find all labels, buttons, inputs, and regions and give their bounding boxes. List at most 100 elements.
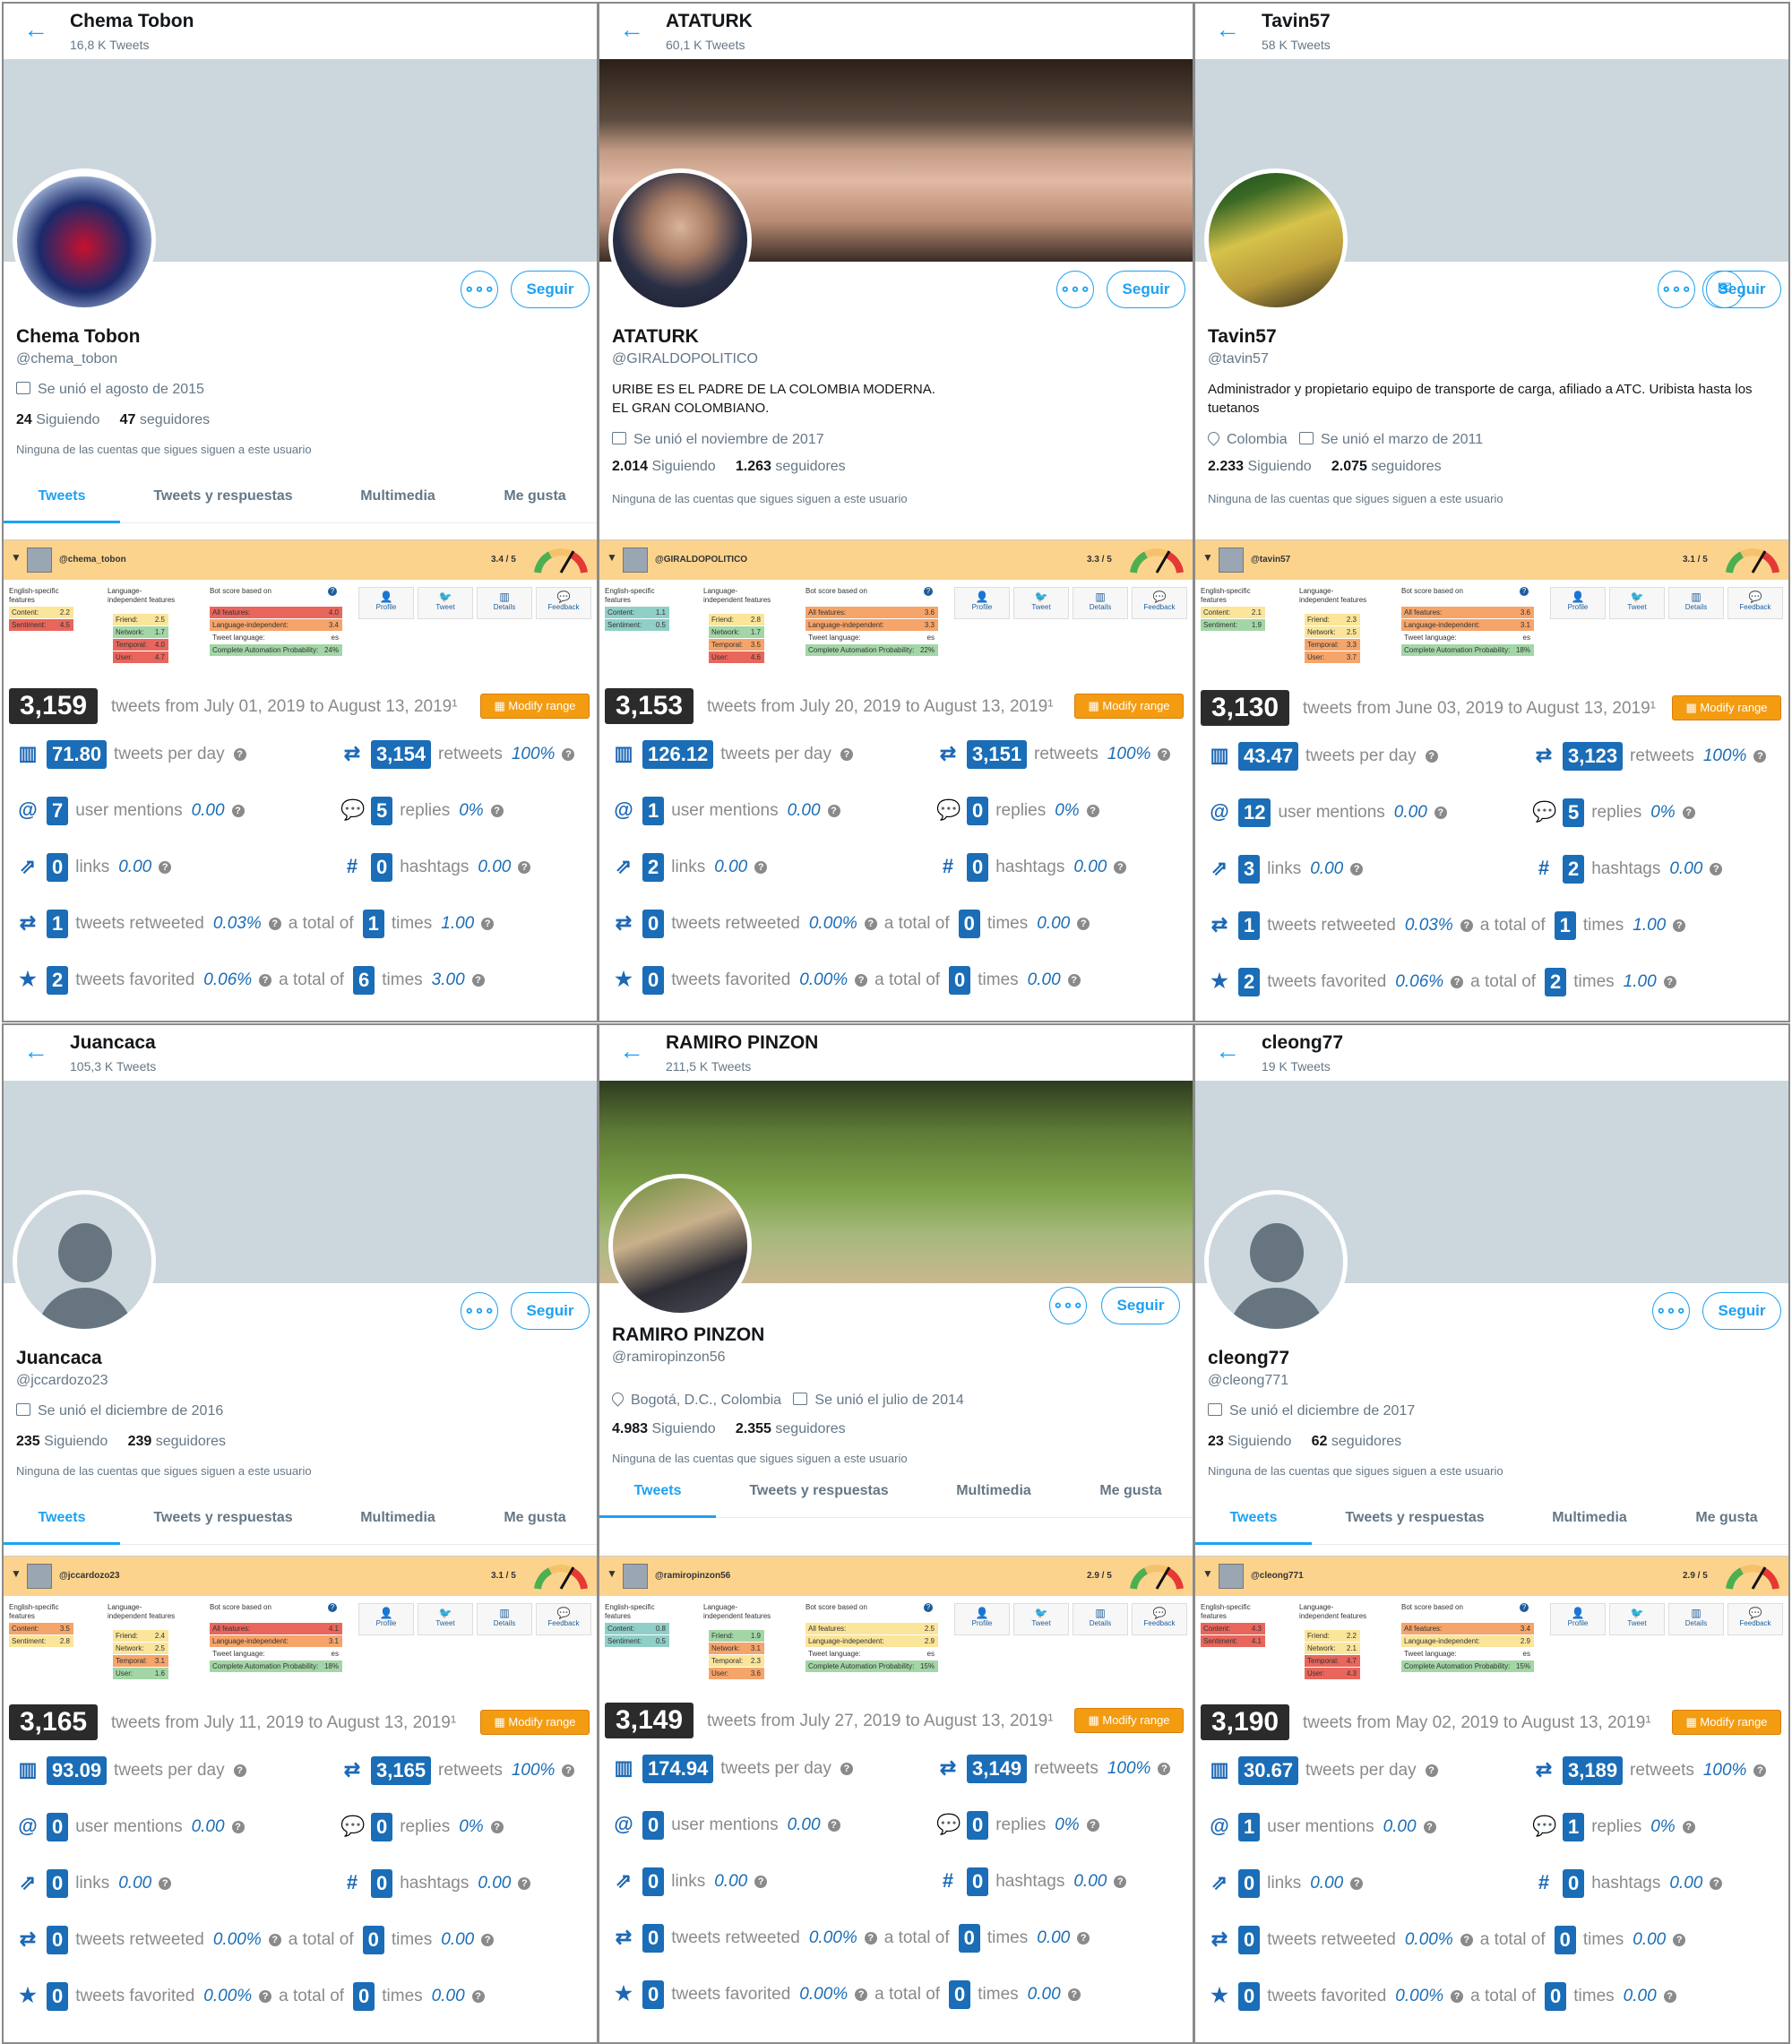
- tab-tweets[interactable]: Tweets: [4, 477, 120, 523]
- help-icon[interactable]: ?: [1077, 918, 1090, 930]
- botometer-bar[interactable]: ▼ @ramiropinzon56 2.9 / 5: [599, 1557, 1193, 1596]
- help-icon[interactable]: ?: [924, 587, 933, 596]
- profile-button[interactable]: 👤 Profile: [1550, 587, 1606, 619]
- follow-button[interactable]: Seguir: [1107, 271, 1185, 308]
- feedback-button[interactable]: 💬 Feedback: [536, 587, 591, 619]
- tab-tweets[interactable]: Tweets: [4, 1498, 120, 1545]
- follow-counts[interactable]: 24 Siguiendo 47 seguidores: [16, 412, 210, 428]
- help-icon[interactable]: ?: [562, 1764, 575, 1777]
- help-icon[interactable]: ?: [754, 861, 768, 874]
- tab-likes[interactable]: Me gusta: [1065, 1471, 1193, 1518]
- avatar[interactable]: [1204, 168, 1348, 312]
- follow-button[interactable]: Seguir: [511, 271, 590, 308]
- help-icon[interactable]: ?: [233, 748, 246, 761]
- back-arrow-icon[interactable]: ←: [1215, 16, 1240, 43]
- modify-range-button[interactable]: ▦ Modify range: [1672, 695, 1781, 720]
- avatar[interactable]: [1204, 1190, 1348, 1333]
- chevron-down-icon[interactable]: ▼: [11, 551, 22, 564]
- help-icon[interactable]: ?: [518, 861, 531, 874]
- help-icon[interactable]: ?: [562, 748, 575, 761]
- avatar[interactable]: [608, 1174, 752, 1317]
- help-icon[interactable]: ?: [827, 1819, 840, 1832]
- feedback-button[interactable]: 💬 Feedback: [1727, 1603, 1783, 1635]
- help-icon[interactable]: ?: [1460, 919, 1473, 932]
- help-icon[interactable]: ?: [481, 918, 495, 930]
- help-icon[interactable]: ?: [1077, 1932, 1090, 1945]
- help-icon[interactable]: ?: [1753, 750, 1767, 763]
- tweet-button[interactable]: 🐦 Tweet: [418, 1603, 473, 1635]
- more-options-button[interactable]: ∘∘∘: [461, 1292, 498, 1330]
- more-options-button[interactable]: ∘∘∘: [1049, 1287, 1087, 1324]
- help-icon[interactable]: ?: [233, 1764, 246, 1777]
- tab-tweets[interactable]: Tweets: [1195, 1498, 1312, 1545]
- tab-tweets[interactable]: Tweets: [599, 1471, 716, 1518]
- help-icon[interactable]: ?: [268, 918, 281, 930]
- modify-range-button[interactable]: ▦ Modify range: [480, 1710, 590, 1735]
- profile-button[interactable]: 👤 Profile: [358, 1603, 414, 1635]
- modify-range-button[interactable]: ▦ Modify range: [1074, 1708, 1184, 1733]
- botometer-bar[interactable]: ▼ @tavin57 3.1 / 5: [1195, 540, 1788, 580]
- follow-button[interactable]: Seguir: [1702, 1292, 1781, 1330]
- tab-likes[interactable]: Me gusta: [1661, 1498, 1788, 1545]
- tab-likes[interactable]: Me gusta: [470, 1498, 597, 1545]
- help-icon[interactable]: ?: [855, 1988, 868, 2001]
- back-arrow-icon[interactable]: ←: [23, 16, 48, 43]
- botometer-bar[interactable]: ▼ @chema_tobon 3.4 / 5: [4, 540, 597, 580]
- help-icon[interactable]: ?: [518, 1877, 531, 1890]
- help-icon[interactable]: ?: [1520, 587, 1529, 596]
- tweet-button[interactable]: 🐦 Tweet: [1609, 587, 1665, 619]
- help-icon[interactable]: ?: [855, 974, 868, 987]
- tab-media[interactable]: Multimedia: [1518, 1498, 1661, 1545]
- help-icon[interactable]: ?: [1425, 1764, 1438, 1777]
- help-icon[interactable]: ?: [924, 1603, 933, 1612]
- feedback-button[interactable]: 💬 Feedback: [536, 1603, 591, 1635]
- help-icon[interactable]: ?: [827, 805, 840, 817]
- feedback-button[interactable]: 💬 Feedback: [1132, 587, 1187, 619]
- feedback-button[interactable]: 💬 Feedback: [1727, 587, 1783, 619]
- details-button[interactable]: ▥ Details: [1073, 587, 1128, 619]
- help-icon[interactable]: ?: [490, 805, 504, 817]
- chevron-down-icon[interactable]: ▼: [607, 551, 617, 564]
- tab-media[interactable]: Multimedia: [326, 1498, 470, 1545]
- help-icon[interactable]: ?: [1158, 748, 1171, 761]
- more-options-button[interactable]: ∘∘∘: [1056, 271, 1094, 308]
- chevron-down-icon[interactable]: ▼: [1202, 1567, 1213, 1580]
- help-icon[interactable]: ?: [1673, 919, 1686, 932]
- back-arrow-icon[interactable]: ←: [619, 16, 644, 43]
- help-icon[interactable]: ?: [1434, 806, 1447, 819]
- help-icon[interactable]: ?: [1520, 1603, 1529, 1612]
- help-icon[interactable]: ?: [1682, 1821, 1695, 1833]
- feedback-button[interactable]: 💬 Feedback: [1132, 1603, 1187, 1635]
- back-arrow-icon[interactable]: ←: [23, 1038, 48, 1065]
- chevron-down-icon[interactable]: ▼: [1202, 551, 1213, 564]
- help-icon[interactable]: ?: [1460, 1934, 1473, 1946]
- tab-tweets-replies[interactable]: Tweets y respuestas: [1312, 1498, 1518, 1545]
- tweet-button[interactable]: 🐦 Tweet: [1013, 1603, 1069, 1635]
- help-icon[interactable]: ?: [471, 1990, 485, 2003]
- profile-button[interactable]: 👤 Profile: [1550, 1603, 1606, 1635]
- help-icon[interactable]: ?: [864, 1932, 877, 1945]
- help-icon[interactable]: ?: [1158, 1763, 1171, 1775]
- help-icon[interactable]: ?: [481, 1934, 495, 1946]
- tweet-button[interactable]: 🐦 Tweet: [1609, 1603, 1665, 1635]
- profile-button[interactable]: 👤 Profile: [954, 1603, 1010, 1635]
- profile-button[interactable]: 👤 Profile: [954, 587, 1010, 619]
- follow-counts[interactable]: 4.983 Siguiendo 2.355 seguidores: [612, 1421, 846, 1437]
- avatar[interactable]: [13, 168, 156, 312]
- help-icon[interactable]: ?: [840, 748, 853, 761]
- help-icon[interactable]: ?: [259, 974, 272, 987]
- chevron-down-icon[interactable]: ▼: [11, 1567, 22, 1580]
- modify-range-button[interactable]: ▦ Modify range: [1074, 694, 1184, 719]
- help-icon[interactable]: ?: [1451, 1990, 1464, 2003]
- botometer-bar[interactable]: ▼ @jccardozo23 3.1 / 5: [4, 1557, 597, 1596]
- tab-media[interactable]: Multimedia: [326, 477, 470, 523]
- help-icon[interactable]: ?: [471, 974, 485, 987]
- back-arrow-icon[interactable]: ←: [619, 1038, 644, 1065]
- follow-button[interactable]: Seguir: [1702, 271, 1781, 308]
- help-icon[interactable]: ?: [1423, 1821, 1436, 1833]
- help-icon[interactable]: ?: [1350, 863, 1364, 875]
- botometer-bar[interactable]: ▼ @GIRALDOPOLITICO 3.3 / 5: [599, 540, 1193, 580]
- tweet-button[interactable]: 🐦 Tweet: [418, 587, 473, 619]
- details-button[interactable]: ▥ Details: [1073, 1603, 1128, 1635]
- help-icon[interactable]: ?: [1753, 1764, 1767, 1777]
